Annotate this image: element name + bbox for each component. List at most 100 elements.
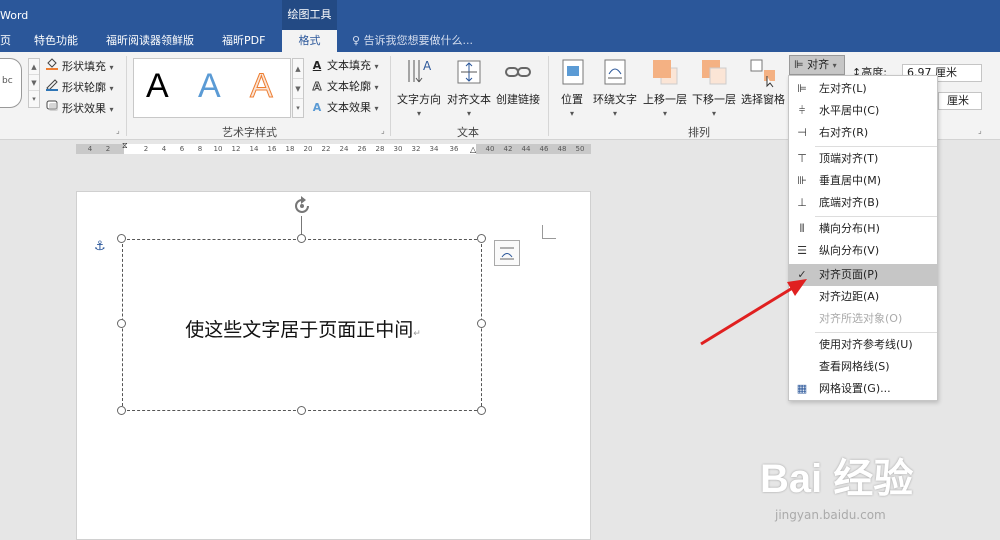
wordart-style-blue[interactable]: A (198, 67, 221, 106)
align-button[interactable]: ⊫ 对齐 ▾ (789, 55, 845, 75)
scroll-down-icon[interactable]: ▼ (293, 79, 303, 99)
selection-pane-icon (747, 56, 779, 88)
bring-forward-button[interactable]: 上移一层 ▾ (642, 56, 688, 118)
ruler-tick: 50 (575, 145, 585, 153)
text-effects-button[interactable]: A 文本效果 ▾ (309, 98, 379, 118)
resize-handle-bottom[interactable] (297, 406, 306, 415)
annotation-arrow-icon (700, 279, 807, 346)
create-link-label: 创建链接 (496, 93, 540, 106)
paragraph-mark: ↵ (413, 329, 421, 339)
selection-pane-button[interactable]: 选择窗格 (740, 56, 786, 107)
shape-style-scroll[interactable]: ▲ ▼ ▾ (28, 58, 40, 108)
align-bottom-icon: ⊥ (797, 196, 807, 209)
right-indent-marker-icon[interactable]: △ (470, 145, 476, 154)
wrap-text-button[interactable]: 环绕文字 ▾ (592, 56, 638, 118)
wordart-gallery-scroll[interactable]: ▲ ▼ ▾ (292, 58, 304, 118)
align-label: 对齐 (807, 58, 830, 71)
text-box-content[interactable]: 使这些文字居于页面正中间↵ (123, 315, 483, 342)
more-styles-icon[interactable]: ▾ (293, 99, 303, 117)
tell-me-text: 告诉我您想要做什么... (363, 34, 474, 47)
shape-outline-button[interactable]: 形状轮廓 ▾ (44, 77, 114, 97)
app-title: Word (0, 9, 29, 22)
send-backward-button[interactable]: 下移一层 ▾ (691, 56, 737, 118)
text-outline-label: 文本轮廓 (327, 80, 371, 93)
shape-fill-button[interactable]: 形状填充 ▾ (44, 56, 114, 76)
text-direction-label: 文字方向 (397, 93, 441, 106)
dialog-launcher-icon[interactable]: ⌟ (116, 126, 120, 135)
lightbulb-icon: ♀ (352, 34, 361, 47)
width-input[interactable]: 厘米 (938, 92, 982, 110)
ruler-tick: 30 (393, 145, 403, 153)
scroll-down-icon[interactable]: ▼ (29, 75, 39, 91)
menu-item-grid-settings[interactable]: ▦ 网格设置(G)... (789, 378, 937, 400)
resize-handle-top-left[interactable] (117, 234, 126, 243)
horizontal-ruler[interactable]: 4 2 2 4 6 8 10 12 14 16 18 20 22 24 26 2… (76, 141, 591, 154)
align-dropdown-menu: ⊫ 左对齐(L) ⫩ 水平居中(C) ⊣ 右对齐(R) ⊤ 顶端对齐(T) ⊪ 垂直居中(… (788, 75, 938, 401)
text-outline-button[interactable]: A 文本轮廓 ▾ (309, 77, 378, 97)
text-fill-button[interactable]: A 文本填充 ▾ (309, 56, 379, 76)
rotate-handle-icon[interactable] (291, 195, 313, 217)
position-icon (557, 56, 589, 88)
distribute-horizontal-icon: ⫴ (799, 222, 805, 235)
text-effects-label: 文本效果 (327, 101, 371, 114)
tell-me-box[interactable]: ♀ 告诉我您想要做什么... (352, 30, 473, 52)
tab-format[interactable]: 格式 (282, 30, 337, 52)
resize-handle-bottom-right[interactable] (477, 406, 486, 415)
menu-item-align-bottom[interactable]: ⊥ 底端对齐(B) (789, 192, 937, 214)
ruler-tick: 36 (449, 145, 459, 153)
title-bar: Word 绘图工具 (0, 0, 1000, 30)
ruler-tick: 18 (285, 145, 295, 153)
create-link-button[interactable]: 创建链接 (495, 56, 541, 107)
send-backward-icon (698, 56, 730, 88)
shape-fill-label: 形状填充 (62, 60, 106, 73)
more-styles-icon[interactable]: ▾ (29, 91, 39, 107)
wrap-text-label: 环绕文字 (593, 93, 637, 106)
wordart-style-orange[interactable]: A (250, 67, 274, 106)
shape-style-preview[interactable]: bc (0, 58, 22, 108)
ruler-tick: 14 (249, 145, 259, 153)
dialog-launcher-icon[interactable]: ⌟ (978, 126, 982, 135)
menu-item-align-center[interactable]: ⫩ 水平居中(C) (789, 100, 937, 122)
text-direction-button[interactable]: A 文字方向 ▾ (396, 56, 442, 118)
wrap-text-icon (599, 56, 631, 88)
dialog-launcher-icon[interactable]: ⌟ (381, 126, 385, 135)
tab-page[interactable]: 页 (0, 30, 11, 52)
layout-options-button[interactable] (494, 240, 520, 266)
menu-item-align-top[interactable]: ⊤ 顶端对齐(T) (789, 148, 937, 170)
resize-handle-right[interactable] (477, 319, 486, 328)
group-separator (390, 56, 391, 136)
ruler-tick: 10 (213, 145, 223, 153)
ruler-tick: 26 (357, 145, 367, 153)
position-label: 位置 (561, 93, 583, 106)
tab-special-features[interactable]: 特色功能 (34, 30, 78, 52)
resize-handle-top[interactable] (297, 234, 306, 243)
shape-effects-button[interactable]: 形状效果 ▾ (44, 98, 114, 118)
indent-marker-icon[interactable]: ⧖ (122, 141, 128, 151)
text-box[interactable]: 使这些文字居于页面正中间↵ (122, 239, 482, 411)
watermark-url: jingyan.baidu.com (775, 508, 886, 522)
tab-foxit-pdf[interactable]: 福昕PDF (222, 30, 265, 52)
menu-item-align-middle[interactable]: ⊪ 垂直居中(M) (789, 170, 937, 192)
link-icon (502, 56, 534, 88)
scroll-up-icon[interactable]: ▲ (29, 59, 39, 75)
resize-handle-bottom-left[interactable] (117, 406, 126, 415)
ruler-tick: 32 (411, 145, 421, 153)
menu-item-distribute-horizontal[interactable]: ⫴ 横向分布(H) (789, 218, 937, 240)
resize-handle-left[interactable] (117, 319, 126, 328)
bring-forward-icon (649, 56, 681, 88)
menu-item-distribute-vertical[interactable]: ☰ 纵向分布(V) (789, 240, 937, 262)
tab-foxit-reader[interactable]: 福昕阅读器领鲜版 (106, 30, 194, 52)
position-button[interactable]: 位置 ▾ (557, 56, 587, 118)
distribute-vertical-icon: ☰ (797, 244, 807, 257)
ruler-tick: 2 (105, 145, 111, 153)
menu-item-align-left[interactable]: ⊫ 左对齐(L) (789, 78, 937, 100)
menu-item-view-gridlines[interactable]: 查看网格线(S) (789, 356, 937, 378)
resize-handle-top-right[interactable] (477, 234, 486, 243)
wordart-style-black[interactable]: A (146, 67, 169, 106)
scroll-up-icon[interactable]: ▲ (293, 59, 303, 79)
align-text-button[interactable]: 对齐文本 ▾ (445, 56, 493, 118)
wordart-gallery[interactable]: A A A (133, 58, 291, 118)
text-effects-icon: A (312, 101, 322, 114)
ruler-tick: 44 (521, 145, 531, 153)
menu-item-align-right[interactable]: ⊣ 右对齐(R) (789, 122, 937, 144)
